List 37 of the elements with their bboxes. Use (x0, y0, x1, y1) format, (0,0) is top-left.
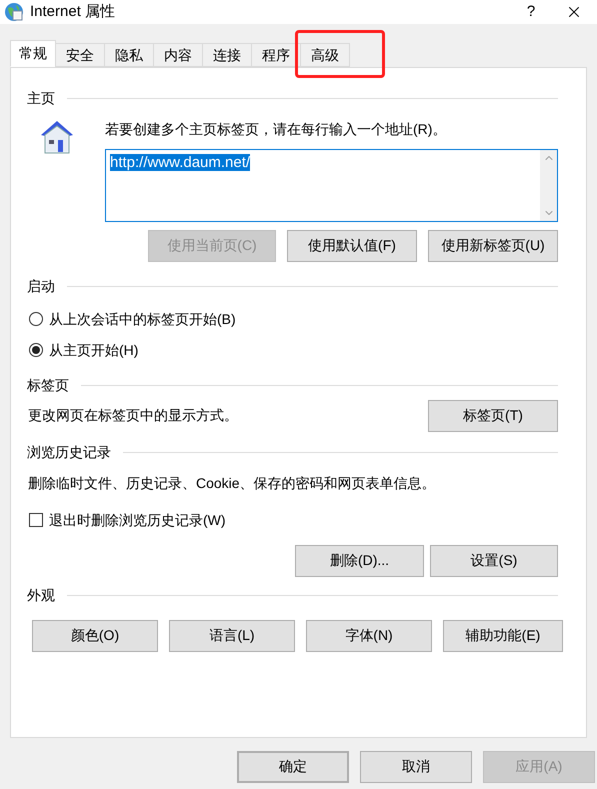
tab[interactable]: 连接 (202, 43, 252, 67)
tab[interactable]: 高级 (300, 43, 350, 67)
description-text: 删除临时文件、历史记录、Cookie、保存的密码和网页表单信息。 (28, 474, 437, 492)
tab[interactable]: 常规 (10, 40, 56, 67)
action-button[interactable]: 删除(D)... (295, 544, 424, 576)
section-heading: 外观 (27, 586, 55, 604)
radio-button[interactable] (29, 343, 43, 357)
appearance-button[interactable]: 字体(N) (306, 620, 432, 652)
tab[interactable]: 隐私 (104, 43, 154, 67)
radio-label: 从上次会话中的标签页开始(B) (49, 310, 236, 329)
appearance-button[interactable]: 语言(L) (169, 620, 295, 652)
checkbox[interactable] (29, 513, 43, 527)
dialog-button[interactable]: 取消 (360, 750, 472, 782)
action-button[interactable]: 使用新标签页(U) (428, 230, 558, 262)
action-button[interactable]: 使用默认值(F) (287, 230, 417, 262)
house-icon (40, 118, 74, 154)
checkbox-label: 退出时删除浏览历史记录(W) (49, 510, 226, 530)
instruction-text: 若要创建多个主页标签页，请在每行输入一个地址(R)。 (105, 120, 448, 139)
help-button[interactable]: ? (511, 0, 551, 24)
tab[interactable]: 安全 (55, 43, 105, 67)
address-text: http://www.daum.net/ (110, 154, 250, 170)
dialog-button[interactable]: 确定 (237, 750, 349, 782)
radio-button[interactable] (29, 312, 43, 326)
section-heading: 主页 (27, 88, 55, 108)
appearance-button[interactable]: 颜色(O) (32, 620, 158, 652)
section-heading: 浏览历史记录 (27, 442, 111, 462)
section-heading: 标签页 (27, 376, 69, 394)
window-title: Internet 属性 (30, 2, 116, 22)
tab[interactable]: 内容 (153, 43, 203, 67)
address-field[interactable]: http://www.daum.net/ (105, 148, 558, 222)
description-text: 更改网页在标签页中的显示方式。 (28, 406, 238, 425)
tabs-button[interactable]: 标签页(T) (428, 400, 558, 432)
tab[interactable]: 程序 (251, 43, 301, 67)
section-heading: 启动 (27, 276, 55, 296)
appearance-button[interactable]: 辅助功能(E) (443, 620, 563, 652)
radio-label: 从主页开始(H) (49, 340, 138, 360)
action-button[interactable]: 设置(S) (430, 544, 558, 576)
